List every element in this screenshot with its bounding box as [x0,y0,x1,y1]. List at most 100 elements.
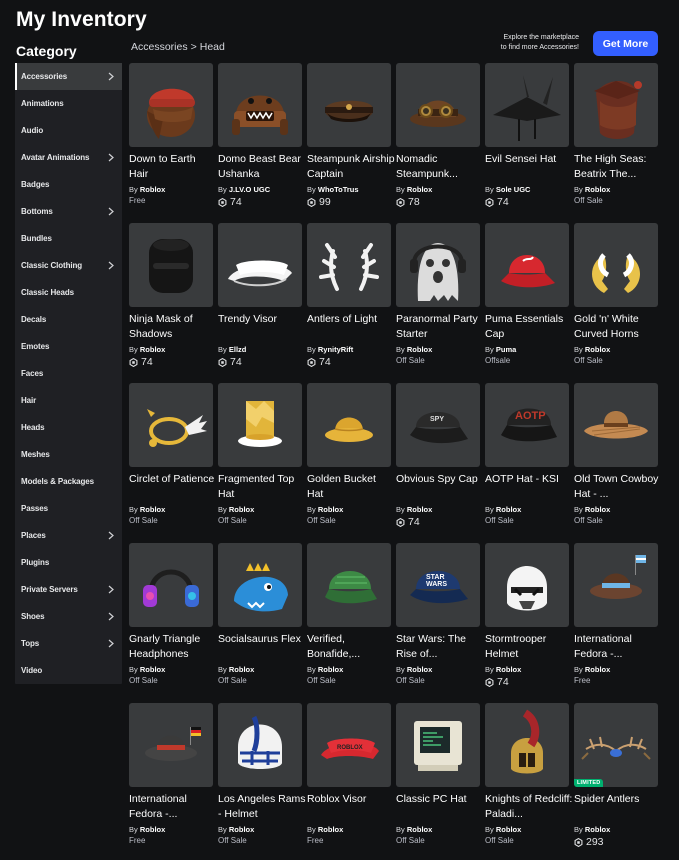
item-thumbnail[interactable] [396,63,480,147]
item-card[interactable]: Socialsaurus Flex By Roblox Off Sale [218,543,302,685]
item-name[interactable]: Paranormal Party Starter [396,312,484,342]
item-name[interactable]: Steampunk Airship Captain [307,152,395,182]
item-name[interactable]: Stormtrooper Helmet [485,632,573,662]
item-name[interactable]: Ninja Mask of Shadows [129,312,217,342]
creator-name-link[interactable]: Roblox [496,505,521,514]
item-thumbnail[interactable] [574,63,658,147]
creator-name-link[interactable]: RynityRift [318,345,353,354]
item-card[interactable]: Ninja Mask of Shadows By Roblox 74 [129,223,213,368]
creator-name-link[interactable]: Roblox [229,505,254,514]
creator-name-link[interactable]: Roblox [407,825,432,834]
sidebar-item-video[interactable]: Video [15,657,122,684]
creator-name-link[interactable]: Sole UGC [496,185,531,194]
creator-name-link[interactable]: J.LV.O UGC [229,185,270,194]
item-card[interactable]: Fragmented Top Hat By Roblox Off Sale [218,383,302,525]
creator-name-link[interactable]: Roblox [140,505,165,514]
item-name[interactable]: AOTP Hat - KSI [485,472,573,502]
creator-name-link[interactable]: Roblox [585,665,610,674]
item-card[interactable]: LIMITED Spider Antlers By Roblox 293 [574,703,658,848]
item-thumbnail[interactable]: ROBLOX [307,703,391,787]
item-card[interactable]: Nomadic Steampunk... By Roblox 78 [396,63,480,208]
item-name[interactable]: Roblox Visor [307,792,395,822]
item-name[interactable]: Circlet of Patience [129,472,217,502]
item-thumbnail[interactable]: LIMITED [574,703,658,787]
item-card[interactable]: AOTP AOTP Hat - KSI By Roblox Off Sale [485,383,569,525]
item-card[interactable]: Down to Earth Hair By Roblox Free [129,63,213,205]
item-name[interactable]: Fragmented Top Hat [218,472,306,502]
item-thumbnail[interactable] [485,223,569,307]
item-name[interactable]: Evil Sensei Hat [485,152,573,182]
sidebar-item-heads[interactable]: Heads [15,414,122,441]
item-name[interactable]: Down to Earth Hair [129,152,217,182]
item-name[interactable]: Knights of Redcliff: Paladi... [485,792,573,822]
creator-name-link[interactable]: Roblox [407,505,432,514]
item-thumbnail[interactable] [307,63,391,147]
sidebar-item-private-servers[interactable]: Private Servers [15,576,122,603]
item-name[interactable]: International Fedora -... [574,632,662,662]
sidebar-item-avatar-animations[interactable]: Avatar Animations [15,144,122,171]
item-name[interactable]: Gold 'n' White Curved Horns [574,312,662,342]
creator-name-link[interactable]: Roblox [496,825,521,834]
creator-name-link[interactable]: Roblox [407,665,432,674]
creator-name-link[interactable]: WhoToTrus [318,185,359,194]
creator-name-link[interactable]: Roblox [229,825,254,834]
item-name[interactable]: Gnarly Triangle Headphones [129,632,217,662]
item-card[interactable]: Paranormal Party Starter By Roblox Off Sal… [396,223,480,365]
item-card[interactable]: Golden Bucket Hat By Roblox Off Sale [307,383,391,525]
item-card[interactable]: Domo Beast Bear Ushanka By J.LV.O UGC 74 [218,63,302,208]
creator-name-link[interactable]: Roblox [140,665,165,674]
get-more-button[interactable]: Get More [593,31,658,56]
creator-name-link[interactable]: Roblox [407,345,432,354]
sidebar-item-meshes[interactable]: Meshes [15,441,122,468]
item-name[interactable]: Los Angeles Rams - Helmet [218,792,306,822]
item-card[interactable]: Old Town Cowboy Hat - ... By Roblox Off Sa… [574,383,658,525]
item-name[interactable]: Nomadic Steampunk... [396,152,484,182]
item-card[interactable]: International Fedora -... By Roblox Free [129,703,213,845]
item-card[interactable]: Steampunk Airship Captain By WhoToTrus 99 [307,63,395,208]
sidebar-item-badges[interactable]: Badges [15,171,122,198]
item-name[interactable]: Verified, Bonafide,... [307,632,395,662]
item-name[interactable]: Golden Bucket Hat [307,472,395,502]
item-thumbnail[interactable] [129,703,213,787]
creator-name-link[interactable]: Roblox [585,825,610,834]
item-thumbnail[interactable] [574,543,658,627]
item-thumbnail[interactable] [307,383,391,467]
item-card[interactable]: International Fedora -... By Roblox Free [574,543,658,685]
creator-name-link[interactable]: Roblox [318,825,343,834]
sidebar-item-hair[interactable]: Hair [15,387,122,414]
item-thumbnail[interactable] [218,703,302,787]
item-card[interactable]: Trendy Visor By Ellzd 74 [218,223,302,368]
item-name[interactable]: Classic PC Hat [396,792,484,822]
sidebar-item-tops[interactable]: Tops [15,630,122,657]
item-card[interactable]: STAR WARS Star Wars: The Rise of... By Robl… [396,543,480,685]
item-thumbnail[interactable] [485,703,569,787]
item-thumbnail[interactable] [129,543,213,627]
item-card[interactable]: Evil Sensei Hat By Sole UGC 74 [485,63,569,208]
item-card[interactable]: Puma Essentials Cap By Puma Offsale [485,223,569,365]
item-thumbnail[interactable]: STAR WARS [396,543,480,627]
item-name[interactable]: Spider Antlers [574,792,662,822]
item-card[interactable]: Antlers of Light By RynityRift 74 [307,223,391,368]
item-name[interactable]: Obvious Spy Cap [396,472,484,502]
item-name[interactable]: Trendy Visor [218,312,306,342]
creator-name-link[interactable]: Roblox [318,665,343,674]
creator-name-link[interactable]: Roblox [585,505,610,514]
item-thumbnail[interactable] [396,703,480,787]
item-thumbnail[interactable] [129,63,213,147]
item-name[interactable]: Puma Essentials Cap [485,312,573,342]
item-card[interactable]: Los Angeles Rams - Helmet By Roblox Off Sa… [218,703,306,845]
item-name[interactable]: Old Town Cowboy Hat - ... [574,472,662,502]
item-thumbnail[interactable] [218,383,302,467]
creator-name-link[interactable]: Ellzd [229,345,247,354]
item-thumbnail[interactable] [574,223,658,307]
item-thumbnail[interactable] [218,63,302,147]
item-name[interactable]: Star Wars: The Rise of... [396,632,484,662]
item-name[interactable]: The High Seas: Beatrix The... [574,152,662,182]
item-name[interactable]: Domo Beast Bear Ushanka [218,152,306,182]
sidebar-item-plugins[interactable]: Plugins [15,549,122,576]
item-thumbnail[interactable] [574,383,658,467]
item-card[interactable]: Classic PC Hat By Roblox Off Sale [396,703,480,845]
sidebar-item-accessories[interactable]: Accessories [15,63,122,90]
item-card[interactable]: Gnarly Triangle Headphones By Roblox Off S… [129,543,213,685]
sidebar-item-places[interactable]: Places [15,522,122,549]
